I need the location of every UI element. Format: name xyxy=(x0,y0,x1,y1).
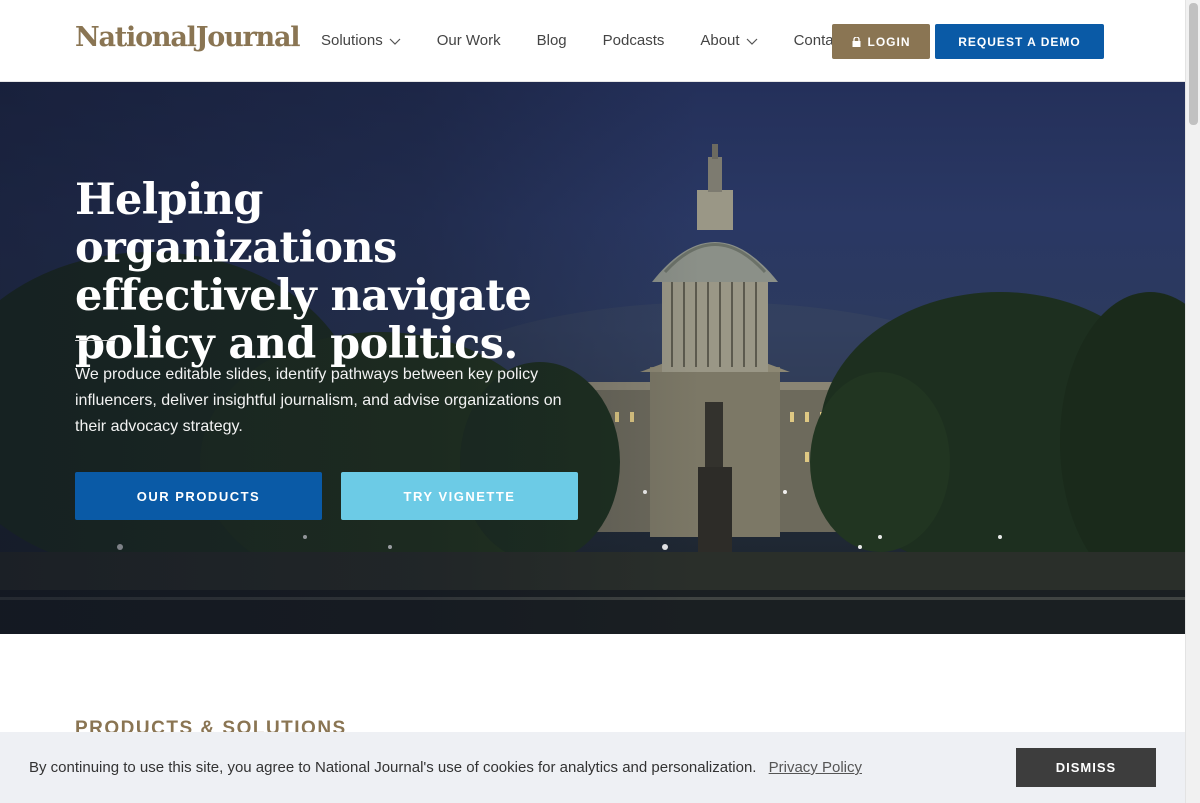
hero-subtitle: We produce editable slides, identify pat… xyxy=(75,366,562,435)
dismiss-button[interactable]: DISMISS xyxy=(1016,748,1156,787)
site-header: NationalJournal Solutions Our Work Blog … xyxy=(0,0,1185,82)
chevron-down-icon xyxy=(746,38,757,45)
nav-label: Podcasts xyxy=(602,32,665,49)
hero-section: Helping organizations effectively naviga… xyxy=(0,82,1185,634)
nav-item-solutions[interactable]: Solutions xyxy=(321,32,401,49)
nav-label: About xyxy=(700,32,740,49)
cookie-message-container: By continuing to use this site, you agre… xyxy=(29,759,862,776)
nav-label: Solutions xyxy=(321,32,383,49)
nav-label: Our Work xyxy=(436,32,501,49)
privacy-policy-link[interactable]: Privacy Policy xyxy=(769,759,862,776)
logo[interactable]: NationalJournal xyxy=(75,22,301,53)
main-nav: Solutions Our Work Blog Podcasts About C… xyxy=(321,32,881,49)
hero-title: Helping organizations effectively naviga… xyxy=(75,175,532,369)
scrollbar-thumb[interactable] xyxy=(1189,3,1198,125)
lock-icon xyxy=(852,36,860,47)
chevron-down-icon xyxy=(389,38,401,45)
request-demo-button[interactable]: REQUEST A DEMO xyxy=(935,24,1104,59)
nav-item-our-work[interactable]: Our Work xyxy=(437,32,501,49)
cookie-message: By continuing to use this site, you agre… xyxy=(29,759,757,776)
nav-item-blog[interactable]: Blog xyxy=(537,32,567,49)
nav-item-podcasts[interactable]: Podcasts xyxy=(603,32,665,49)
cookie-banner: By continuing to use this site, you agre… xyxy=(0,732,1185,803)
page-scrollbar[interactable] xyxy=(1185,0,1200,803)
hero-divider xyxy=(75,340,115,341)
login-button[interactable]: LOGIN xyxy=(832,24,930,59)
login-label: LOGIN xyxy=(867,34,911,49)
nav-item-about[interactable]: About xyxy=(700,32,757,49)
try-vignette-button[interactable]: TRY VIGNETTE xyxy=(341,472,578,520)
our-products-button[interactable]: OUR PRODUCTS xyxy=(75,472,322,520)
nav-label: Blog xyxy=(536,32,567,49)
